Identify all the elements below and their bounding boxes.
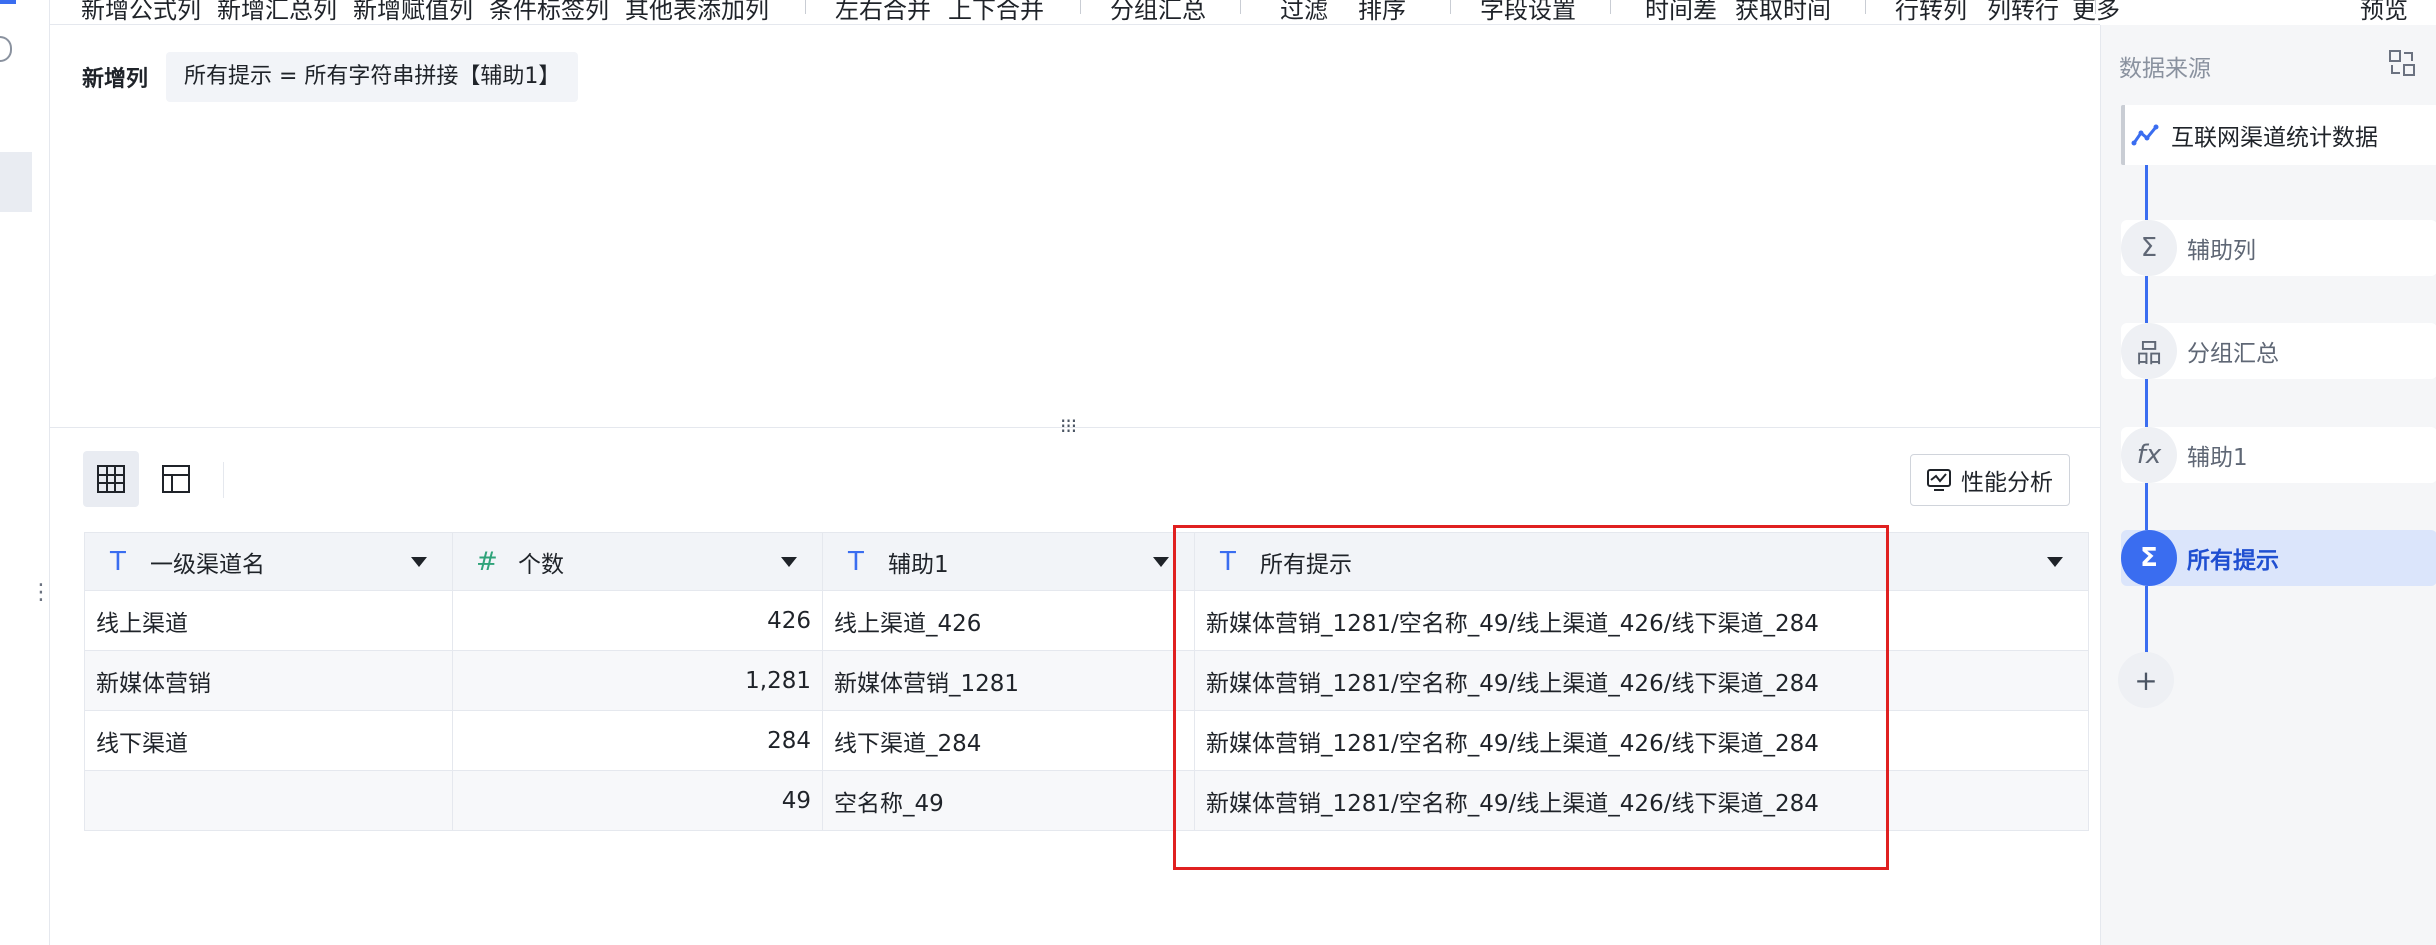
nav-selected-item[interactable]: [0, 152, 32, 212]
text-type-icon: T: [110, 546, 126, 577]
dropdown-caret-icon[interactable]: [2047, 556, 2063, 567]
highlight-annotation-box: [1173, 525, 1889, 870]
merge-up-down-button[interactable]: 上下合并: [948, 0, 1044, 24]
column-to-row-button[interactable]: 列转行: [1987, 0, 2059, 24]
table-cell[interactable]: 新媒体营销_1281: [822, 651, 1194, 710]
formula-title: 新增列: [82, 67, 149, 92]
column-header-label: 一级渠道名: [150, 551, 265, 578]
column-header-label: 个数: [518, 551, 564, 578]
more-button[interactable]: 更多: [2072, 0, 2120, 25]
step-data-source[interactable]: 互联网渠道统计数据: [2121, 105, 2436, 165]
table-cell[interactable]: 426: [452, 591, 822, 650]
step-label: 分组汇总: [2187, 341, 2279, 367]
step-label: 辅助列: [2187, 238, 2256, 264]
more-vertical-icon[interactable]: ⋮: [30, 582, 52, 604]
formula-bar: 新增列 所有提示 = 所有字符串拼接【辅助1】: [82, 52, 579, 102]
dropdown-caret-icon[interactable]: [781, 556, 797, 567]
clock-icon[interactable]: [0, 36, 12, 62]
step-label: 互联网渠道统计数据: [2171, 125, 2378, 151]
add-step-button[interactable]: +: [2118, 652, 2174, 708]
preview-button[interactable]: 预览: [2360, 0, 2408, 25]
step-helper1[interactable]: fx 辅助1: [2121, 427, 2436, 483]
get-time-button[interactable]: 获取时间: [1735, 0, 1831, 24]
step-label: 辅助1: [2187, 445, 2248, 471]
table-cell[interactable]: 49: [452, 771, 822, 830]
table-view-button[interactable]: [83, 451, 139, 507]
card-view-button[interactable]: [148, 451, 204, 507]
filter-button[interactable]: 过滤: [1280, 0, 1328, 24]
sort-button[interactable]: 排序: [1358, 0, 1406, 24]
table-cell[interactable]: 新媒体营销: [84, 651, 452, 710]
performance-analysis-label: 性能分析: [1961, 470, 2053, 496]
add-condition-label-button[interactable]: 条件标签列: [489, 0, 609, 24]
merge-left-right-button[interactable]: 左右合并: [835, 0, 931, 24]
number-type-icon: #: [476, 546, 498, 577]
table-cell[interactable]: 线上渠道_426: [822, 591, 1194, 650]
table-cell[interactable]: 线下渠道_284: [822, 711, 1194, 770]
step-helper-column[interactable]: Σ 辅助列: [2121, 220, 2436, 276]
group-icon: 品: [2121, 323, 2177, 379]
switch-layout-icon[interactable]: [2388, 49, 2416, 77]
dropdown-caret-icon[interactable]: [411, 556, 427, 567]
time-diff-button[interactable]: 时间差: [1645, 0, 1717, 24]
step-all-hints[interactable]: Σ 所有提示: [2121, 530, 2436, 586]
monitor-icon: [1927, 469, 1951, 491]
sigma-icon: Σ: [2121, 530, 2177, 586]
table-cell[interactable]: 线上渠道: [84, 591, 452, 650]
column-header-label: 辅助1: [888, 551, 949, 578]
table-cell[interactable]: 空名称_49: [822, 771, 1194, 830]
table-cell[interactable]: 284: [452, 711, 822, 770]
table-cell[interactable]: [84, 771, 452, 830]
fx-icon: fx: [2121, 427, 2177, 483]
column-header-count[interactable]: # 个数: [452, 533, 822, 590]
row-to-column-button[interactable]: 行转列: [1895, 0, 1967, 24]
panel-title: 数据来源: [2119, 56, 2211, 82]
column-header-channel[interactable]: T 一级渠道名: [84, 533, 452, 590]
group-summary-button[interactable]: 分组汇总: [1110, 0, 1206, 24]
line-chart-icon: [2125, 107, 2165, 163]
column-header-helper1[interactable]: T 辅助1: [822, 533, 1194, 590]
add-assign-column-button[interactable]: 新增赋值列: [353, 0, 473, 24]
drag-handle-icon[interactable]: ⁝⁝⁝: [1060, 414, 1077, 438]
add-formula-column-button[interactable]: 新增公式列: [81, 0, 201, 24]
formula-expression[interactable]: 所有提示 = 所有字符串拼接【辅助1】: [166, 52, 579, 102]
table-cell[interactable]: 1,281: [452, 651, 822, 710]
field-settings-button[interactable]: 字段设置: [1480, 0, 1576, 24]
performance-analysis-button[interactable]: 性能分析: [1910, 454, 2070, 506]
top-toolbar: 新增公式列 新增汇总列 新增赋值列 条件标签列 其他表添加列 左右合并 上下合并…: [50, 0, 2100, 25]
dropdown-caret-icon[interactable]: [1153, 556, 1169, 567]
table-cell[interactable]: 线下渠道: [84, 711, 452, 770]
step-label: 所有提示: [2187, 548, 2279, 574]
sigma-icon: Σ: [2121, 220, 2177, 276]
add-summary-column-button[interactable]: 新增汇总列: [217, 0, 337, 24]
left-nav-strip: ⋮: [0, 0, 52, 945]
layout-icon: [162, 465, 190, 493]
step-group-summary[interactable]: 品 分组汇总: [2121, 323, 2436, 379]
nav-indicator: [0, 0, 16, 4]
text-type-icon: T: [848, 546, 864, 577]
grid-icon: [97, 465, 125, 493]
data-source-panel: 数据来源 互联网渠道统计数据 Σ 辅助列 品 分组汇总 fx 辅助1 Σ 所有提…: [2100, 25, 2436, 945]
add-other-table-column-button[interactable]: 其他表添加列: [625, 0, 769, 24]
